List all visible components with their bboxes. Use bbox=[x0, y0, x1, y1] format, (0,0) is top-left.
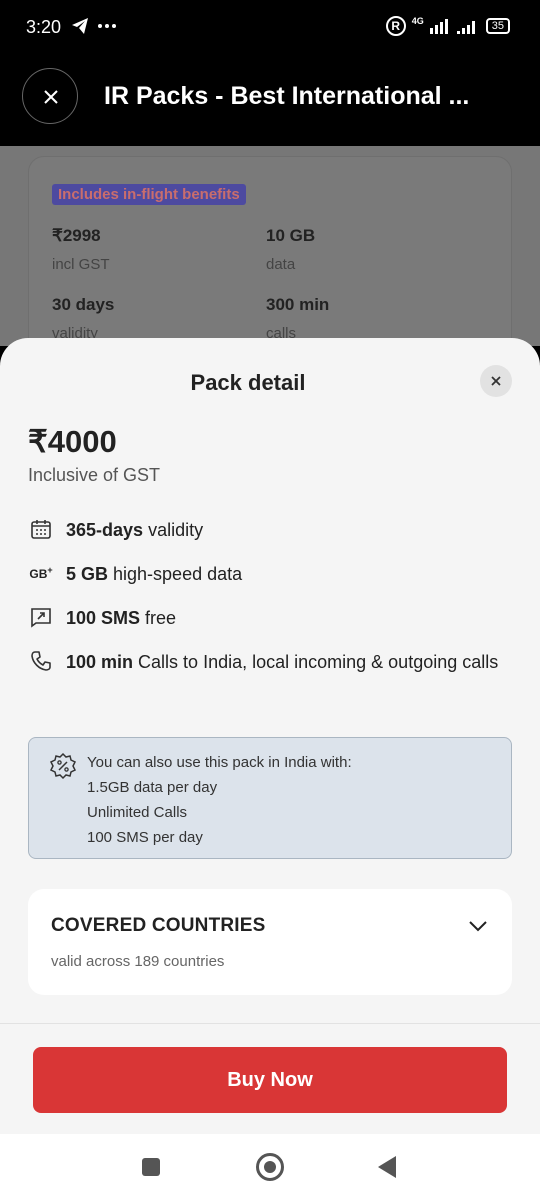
feature-data: GB+ 5 GB high-speed data bbox=[28, 560, 506, 588]
inflight-badge: Includes in-flight benefits bbox=[52, 184, 246, 205]
feature-bold: 365-days bbox=[66, 520, 144, 540]
gb-icon-label: GB bbox=[29, 567, 48, 581]
page-title: IR Packs - Best International ... bbox=[104, 82, 470, 110]
countries-title: COVERED COUNTRIES bbox=[51, 915, 266, 936]
feature-sms: 100 SMS free bbox=[28, 604, 506, 632]
info-line: You can also use this pack in India with… bbox=[87, 754, 352, 771]
info-line: Unlimited Calls bbox=[87, 804, 188, 821]
background-overlay[interactable]: Includes in-flight benefits ₹2998 incl G… bbox=[0, 146, 540, 356]
feature-calls: 100 min Calls to India, local incoming &… bbox=[28, 648, 506, 676]
india-usage-info: You can also use this pack in India with… bbox=[28, 737, 512, 859]
bg-data-sub: data bbox=[266, 256, 296, 273]
divider bbox=[0, 1023, 540, 1024]
bg-price: ₹2998 bbox=[52, 226, 101, 245]
gb-plus-icon: GB+ bbox=[29, 565, 53, 581]
feature-rest: Calls to India, local incoming & outgoin… bbox=[133, 652, 499, 672]
more-dots-icon bbox=[98, 24, 116, 28]
chevron-down-icon[interactable] bbox=[468, 919, 488, 933]
sheet-close-button[interactable] bbox=[480, 365, 512, 397]
phone-icon bbox=[31, 651, 51, 671]
system-nav-bar bbox=[0, 1134, 540, 1200]
covered-countries-accordion[interactable]: COVERED COUNTRIES valid across 189 count… bbox=[28, 889, 512, 995]
bg-price-sub: incl GST bbox=[52, 256, 110, 273]
calendar-icon bbox=[31, 520, 51, 539]
battery-icon: 35 bbox=[485, 18, 510, 34]
close-icon bbox=[491, 376, 501, 386]
app-header: IR Packs - Best International ... bbox=[0, 56, 540, 146]
info-line: 100 SMS per day bbox=[87, 829, 203, 846]
feature-validity: 365-days validity bbox=[28, 516, 506, 544]
feature-bold: 100 SMS bbox=[66, 608, 141, 628]
battery-level: 35 bbox=[491, 20, 504, 32]
status-time: 3:20 bbox=[26, 17, 62, 37]
network-label: 4G bbox=[411, 16, 424, 26]
feature-bold: 100 min bbox=[66, 652, 134, 672]
close-button[interactable] bbox=[22, 68, 78, 124]
feature-rest: high-speed data bbox=[108, 564, 243, 584]
bg-data: 10 GB bbox=[266, 226, 316, 245]
countries-sub: valid across 189 countries bbox=[51, 953, 225, 970]
status-bar: 3:20 R 4G 35 bbox=[0, 0, 540, 56]
signal-icon bbox=[429, 19, 475, 34]
close-icon bbox=[44, 90, 58, 104]
back-icon[interactable] bbox=[378, 1156, 396, 1178]
sms-icon bbox=[31, 608, 51, 628]
recents-icon[interactable] bbox=[142, 1158, 160, 1176]
pack-detail-sheet: Pack detail ₹4000 Inclusive of GST 365-d… bbox=[0, 338, 540, 1134]
buy-now-button[interactable]: Buy Now bbox=[33, 1047, 507, 1113]
discount-badge-icon bbox=[49, 752, 77, 780]
feature-rest: free bbox=[140, 608, 177, 628]
sheet-title: Pack detail bbox=[190, 370, 306, 395]
bg-calls: 300 min bbox=[266, 295, 330, 314]
pack-price-sub: Inclusive of GST bbox=[28, 465, 161, 485]
pack-price: ₹4000 bbox=[28, 424, 117, 459]
r-icon: R bbox=[385, 16, 406, 36]
feature-bold: 5 GB bbox=[66, 564, 109, 584]
home-icon[interactable] bbox=[256, 1153, 284, 1181]
info-line: 1.5GB data per day bbox=[87, 779, 218, 796]
bg-validity: 30 days bbox=[52, 295, 115, 314]
telegram-icon bbox=[72, 18, 88, 34]
feature-rest: validity bbox=[143, 520, 204, 540]
